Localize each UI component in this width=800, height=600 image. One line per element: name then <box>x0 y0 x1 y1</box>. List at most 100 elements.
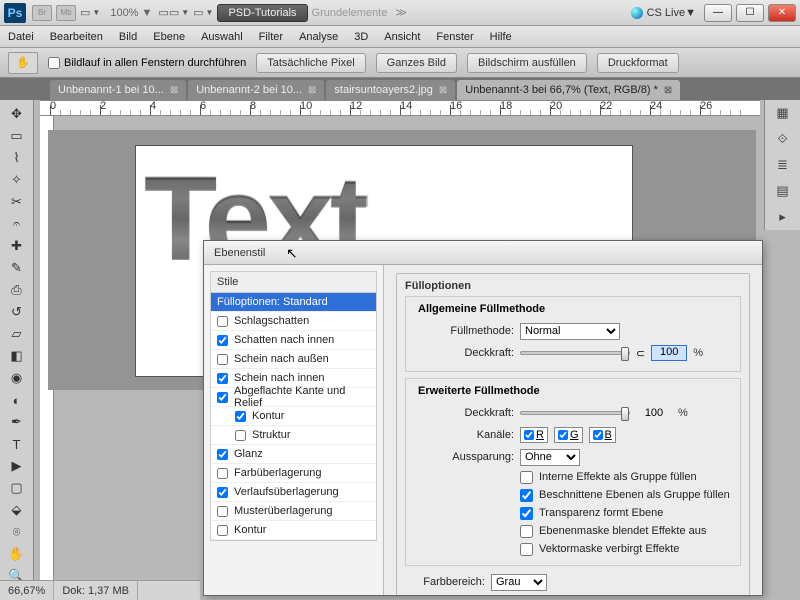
fill-opacity-slider[interactable] <box>520 411 630 415</box>
window-close[interactable]: ✕ <box>768 4 796 22</box>
cslive-button[interactable]: CS Live ▼ <box>631 7 696 19</box>
close-icon[interactable]: ⊠ <box>439 85 447 96</box>
workspace-other[interactable]: Grundelemente <box>312 7 388 19</box>
layers-icon[interactable]: ≣ <box>773 156 793 174</box>
screen-mode-selector[interactable]: ▭▼ <box>80 6 100 19</box>
status-doc[interactable]: Dok: 1,37 MB <box>54 581 138 600</box>
style-row[interactable]: Kontur <box>211 407 376 426</box>
channel-g[interactable]: G <box>554 427 583 443</box>
window-minimize[interactable]: — <box>704 4 732 22</box>
menu-bearbeiten[interactable]: Bearbeiten <box>50 31 103 43</box>
menu-analyse[interactable]: Analyse <box>299 31 338 43</box>
crop-tool[interactable]: ✂ <box>5 192 29 212</box>
arrange-selector[interactable]: ▭▼ <box>193 6 213 19</box>
menu-ebene[interactable]: Ebene <box>153 31 185 43</box>
3d-tool[interactable]: ⬙ <box>5 500 29 520</box>
chk-interior[interactable] <box>520 471 533 484</box>
styles-header[interactable]: Stile <box>210 271 377 292</box>
document-tab-active[interactable]: Unbenannt-3 bei 66,7% (Text, RGB/8) *⊠ <box>457 80 680 100</box>
ruler-horizontal[interactable]: 02468101214161820222426 <box>40 100 760 116</box>
style-row[interactable]: Glanz <box>211 445 376 464</box>
eraser-tool[interactable]: ▱ <box>5 324 29 344</box>
opacity-slider[interactable] <box>520 351 630 355</box>
style-row[interactable]: Verlaufsüberlagerung <box>211 483 376 502</box>
style-row[interactable]: Farbüberlagerung <box>211 464 376 483</box>
menu-fenster[interactable]: Fenster <box>436 31 473 43</box>
style-row[interactable]: Kontur <box>211 521 376 540</box>
play-icon[interactable]: ▸ <box>773 208 793 226</box>
gradient-tool[interactable]: ◧ <box>5 346 29 366</box>
chk-clipped[interactable] <box>520 489 533 502</box>
chk-vmask[interactable] <box>520 543 533 556</box>
channel-r[interactable]: R <box>520 427 548 443</box>
zoom-level[interactable]: 100% ▼ <box>110 7 152 19</box>
view-extras-selector[interactable]: ▭▭▼ <box>158 6 189 19</box>
status-zoom[interactable]: 66,67% <box>0 581 54 600</box>
menu-3d[interactable]: 3D <box>354 31 368 43</box>
menu-datei[interactable]: Datei <box>8 31 34 43</box>
channel-b[interactable]: B <box>589 427 616 443</box>
workspace-active[interactable]: PSD-Tutorials <box>217 4 307 22</box>
style-row[interactable]: Schlagschatten <box>211 312 376 331</box>
bridge-badge[interactable]: Br <box>32 5 52 21</box>
brush-tool[interactable]: ✎ <box>5 258 29 278</box>
chk-mask[interactable] <box>520 525 533 538</box>
eyedropper-tool[interactable]: 𝄐 <box>5 214 29 234</box>
menu-auswahl[interactable]: Auswahl <box>201 31 243 43</box>
style-checkbox[interactable] <box>217 373 228 384</box>
style-row[interactable]: Schatten nach innen <box>211 331 376 350</box>
style-checkbox[interactable] <box>217 525 228 536</box>
document-tab[interactable]: Unbenannt-2 bei 10...⊠ <box>188 80 324 100</box>
path-select-tool[interactable]: ▶ <box>5 456 29 476</box>
document-tab[interactable]: Unbenannt-1 bei 10...⊠ <box>50 80 186 100</box>
menu-filter[interactable]: Filter <box>259 31 283 43</box>
close-icon[interactable]: ⊠ <box>170 85 178 96</box>
actual-pixels-button[interactable]: Tatsächliche Pixel <box>256 53 365 73</box>
move-tool[interactable]: ✥ <box>5 104 29 124</box>
close-icon[interactable]: ⊠ <box>308 85 316 96</box>
blur-tool[interactable]: ◉ <box>5 368 29 388</box>
style-row[interactable]: Struktur <box>211 426 376 445</box>
tool-indicator[interactable]: ✋ <box>8 52 38 74</box>
fill-opacity-value[interactable]: 100 <box>636 407 672 419</box>
hand-tool[interactable]: ✋ <box>5 544 29 564</box>
pen-tool[interactable]: ✒ <box>5 412 29 432</box>
opacity-input[interactable]: 100 <box>651 345 687 361</box>
marquee-tool[interactable]: ▭ <box>5 126 29 146</box>
window-maximize[interactable]: ☐ <box>736 4 764 22</box>
swatches-icon[interactable]: ▦ <box>773 104 793 122</box>
scroll-all-checkbox[interactable]: Bildlauf in allen Fenstern durchführen <box>48 57 246 69</box>
style-checkbox[interactable] <box>217 487 228 498</box>
style-checkbox[interactable] <box>217 468 228 479</box>
fill-screen-button[interactable]: Bildschirm ausfüllen <box>467 53 587 73</box>
type-tool[interactable]: T <box>5 434 29 454</box>
style-row[interactable]: Schein nach außen <box>211 350 376 369</box>
minibridge-badge[interactable]: Mb <box>56 5 76 21</box>
menu-ansicht[interactable]: Ansicht <box>384 31 420 43</box>
style-checkbox[interactable] <box>217 354 228 365</box>
fit-screen-button[interactable]: Ganzes Bild <box>376 53 457 73</box>
chk-trans[interactable] <box>520 507 533 520</box>
wand-tool[interactable]: ✧ <box>5 170 29 190</box>
shape-tool[interactable]: ▢ <box>5 478 29 498</box>
opacity-link-icon[interactable]: ⊂ <box>636 347 645 360</box>
blend-mode-select[interactable]: Normal <box>520 323 620 340</box>
lasso-tool[interactable]: ⌇ <box>5 148 29 168</box>
brushes-icon[interactable]: ⟐ <box>773 130 793 148</box>
style-checkbox[interactable] <box>217 335 228 346</box>
style-row[interactable]: Fülloptionen: Standard <box>211 293 376 312</box>
close-icon[interactable]: ⊠ <box>664 85 672 96</box>
blendif-select[interactable]: Grau <box>491 574 547 591</box>
heal-tool[interactable]: ✚ <box>5 236 29 256</box>
document-tab[interactable]: stairsuntoayers2.jpg⊠ <box>326 80 455 100</box>
stamp-tool[interactable]: ⎙ <box>5 280 29 300</box>
style-checkbox[interactable] <box>217 506 228 517</box>
style-checkbox[interactable] <box>217 392 228 403</box>
style-row[interactable]: Abgeflachte Kante und Relief <box>211 388 376 407</box>
menu-bild[interactable]: Bild <box>119 31 137 43</box>
style-checkbox[interactable] <box>217 316 228 327</box>
history-brush-tool[interactable]: ↺ <box>5 302 29 322</box>
style-checkbox[interactable] <box>235 411 246 422</box>
dialog-titlebar[interactable]: Ebenenstil ↖ <box>204 241 762 265</box>
history-icon[interactable]: ▤ <box>773 182 793 200</box>
